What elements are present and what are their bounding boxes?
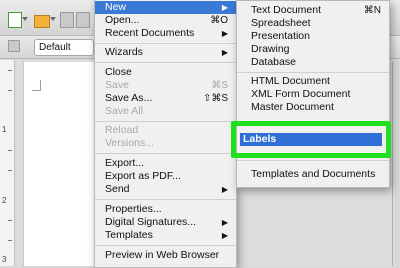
- sidebar-divider: [392, 62, 393, 266]
- dropdown-arrow-icon[interactable]: [22, 17, 28, 21]
- submenu-arrow-icon: ▶: [221, 185, 228, 194]
- shortcut-label: ⌘N: [363, 5, 381, 16]
- styles-icon[interactable]: [8, 40, 20, 52]
- menu-item-export-pdf[interactable]: Export as PDF...: [95, 170, 236, 183]
- menu-separator: [237, 160, 389, 161]
- ruler-number: 1: [2, 125, 7, 134]
- menu-item-templates[interactable]: Templates ▶: [95, 229, 236, 242]
- ruler-number: 2: [2, 196, 7, 205]
- menu-item-save-as[interactable]: Save As... ⇧⌘S: [95, 92, 236, 105]
- ruler-number: 3: [2, 255, 7, 264]
- page-corner-mark: [40, 80, 41, 90]
- menu-item-export[interactable]: Export...: [95, 157, 236, 170]
- menu-item-text-document[interactable]: Text Document ⌘N: [237, 4, 389, 17]
- menu-item-properties[interactable]: Properties...: [95, 203, 236, 216]
- menu-item-drawing[interactable]: Drawing: [237, 43, 389, 56]
- vertical-ruler: 1 2 3: [0, 60, 15, 266]
- menu-item-spreadsheet[interactable]: Spreadsheet: [237, 17, 389, 30]
- menu-item-reload[interactable]: Reload: [95, 124, 236, 137]
- menu-separator: [95, 43, 236, 44]
- new-document-icon[interactable]: [8, 12, 22, 28]
- menu-separator: [95, 199, 236, 200]
- submenu-arrow-icon: ▶: [221, 48, 228, 57]
- menu-separator: [95, 153, 236, 154]
- menu-item-new[interactable]: New ▶: [95, 1, 236, 14]
- save-icon[interactable]: [60, 12, 74, 28]
- menu-item-master-document[interactable]: Master Document: [237, 101, 389, 114]
- file-menu: New ▶ Open... ⌘O Recent Documents ▶ Wiza…: [94, 0, 237, 268]
- menu-item-presentation[interactable]: Presentation: [237, 30, 389, 43]
- page-corner-mark: [32, 90, 41, 91]
- menu-item-database[interactable]: Database: [237, 56, 389, 69]
- menu-item-save-all[interactable]: Save All: [95, 105, 236, 118]
- menu-item-versions[interactable]: Versions...: [95, 137, 236, 150]
- menu-separator: [95, 62, 236, 63]
- menu-separator: [237, 72, 389, 73]
- menu-separator: [95, 121, 236, 122]
- paragraph-style-select[interactable]: Default: [34, 39, 94, 56]
- menu-item-preview-web[interactable]: Preview in Web Browser: [95, 249, 236, 262]
- shortcut-label: ⇧⌘S: [202, 93, 228, 104]
- menu-item-html-document[interactable]: HTML Document: [237, 75, 389, 88]
- menu-item-open[interactable]: Open... ⌘O: [95, 14, 236, 27]
- menu-item-recent-documents[interactable]: Recent Documents ▶: [95, 27, 236, 40]
- submenu-arrow-icon: ▶: [221, 231, 228, 240]
- shortcut-label: ⌘S: [211, 80, 228, 91]
- submenu-arrow-icon: ▶: [221, 3, 228, 12]
- annotation-highlight-frame: [231, 121, 391, 158]
- menu-item-xml-form-document[interactable]: XML Form Document: [237, 88, 389, 101]
- menu-item-digital-signatures[interactable]: Digital Signatures... ▶: [95, 216, 236, 229]
- open-folder-icon[interactable]: [34, 15, 50, 28]
- new-submenu: Text Document ⌘N Spreadsheet Presentatio…: [236, 0, 390, 188]
- dropdown-arrow-icon[interactable]: [50, 17, 56, 21]
- menu-item-save[interactable]: Save ⌘S: [95, 79, 236, 92]
- document-page[interactable]: [23, 62, 104, 266]
- menu-item-templates-and-documents[interactable]: Templates and Documents: [237, 168, 389, 181]
- submenu-arrow-icon: ▶: [221, 218, 228, 227]
- print-icon[interactable]: [76, 12, 90, 28]
- shortcut-label: ⌘O: [210, 15, 228, 26]
- menu-item-send[interactable]: Send ▶: [95, 183, 236, 196]
- menu-separator: [95, 245, 236, 246]
- menu-item-wizards[interactable]: Wizards ▶: [95, 46, 236, 59]
- submenu-arrow-icon: ▶: [221, 29, 228, 38]
- menu-item-close[interactable]: Close: [95, 66, 236, 79]
